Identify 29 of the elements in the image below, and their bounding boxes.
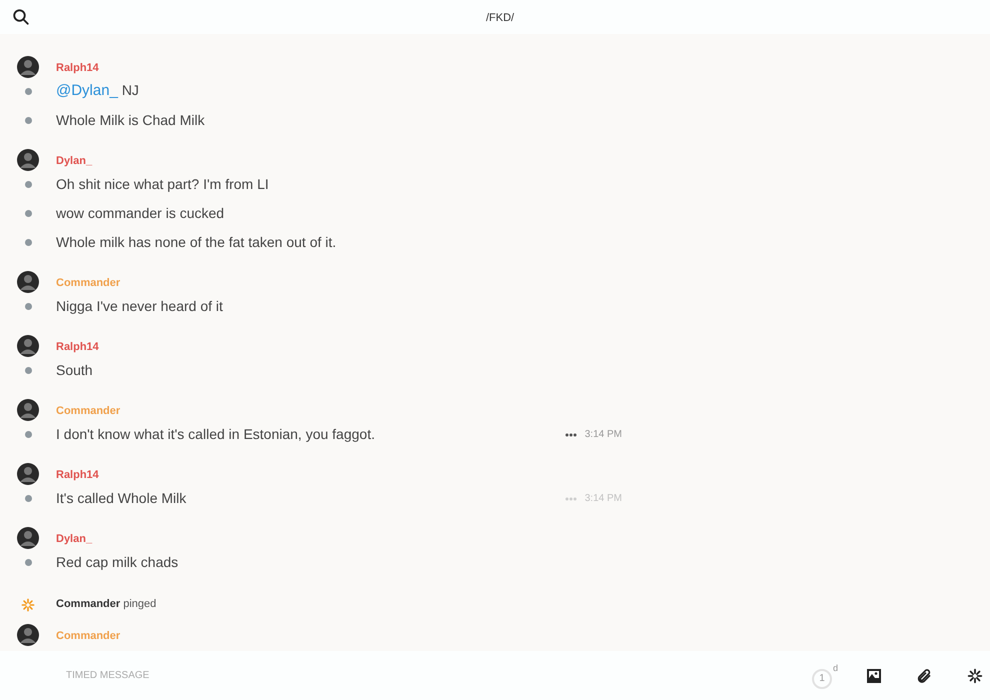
author-name[interactable]: Ralph14: [56, 338, 99, 356]
image-icon[interactable]: [866, 668, 882, 684]
message-text: Whole milk has none of the fat taken out of it.: [56, 233, 336, 252]
author-name[interactable]: Commander: [56, 628, 120, 644]
message-field[interactable]: TIMED MESSAGE: [66, 668, 812, 683]
paperclip-icon[interactable]: [916, 668, 932, 684]
message-text: It's called Whole Milk: [56, 489, 186, 508]
author-name[interactable]: Dylan_: [56, 530, 92, 548]
message-text: wow commander is cucked: [56, 204, 224, 223]
channel-title: /FKD/: [486, 11, 514, 26]
search-icon[interactable]: [12, 8, 30, 26]
author-name[interactable]: Commander: [56, 274, 120, 292]
message-text: Oh shit nice what part? I'm from LI: [56, 175, 269, 194]
author-name[interactable]: Dylan_: [56, 152, 92, 170]
message-text: South: [56, 361, 93, 380]
author-name[interactable]: Ralph14: [56, 466, 99, 484]
ping-notice: Commander pinged: [56, 597, 156, 612]
timestamp: 3:14 PM: [584, 428, 622, 442]
author-name[interactable]: Commander: [56, 402, 120, 420]
message-text: I don't know what it's called in Estonian, you faggot.: [56, 425, 375, 444]
message-text: Red cap milk chads: [56, 553, 178, 572]
message-text: @Dylan_ NJ: [56, 81, 139, 102]
sparkle-icon: [20, 596, 36, 612]
timestamp: 3:14 PM: [584, 492, 622, 506]
sparkle-icon: [966, 666, 984, 684]
more-icon[interactable]: [564, 432, 577, 436]
author-name[interactable]: Ralph14: [56, 60, 99, 76]
message-text: Nigga I've never heard of it: [56, 297, 223, 316]
message-text: Whole Milk is Chad Milk: [56, 111, 205, 130]
